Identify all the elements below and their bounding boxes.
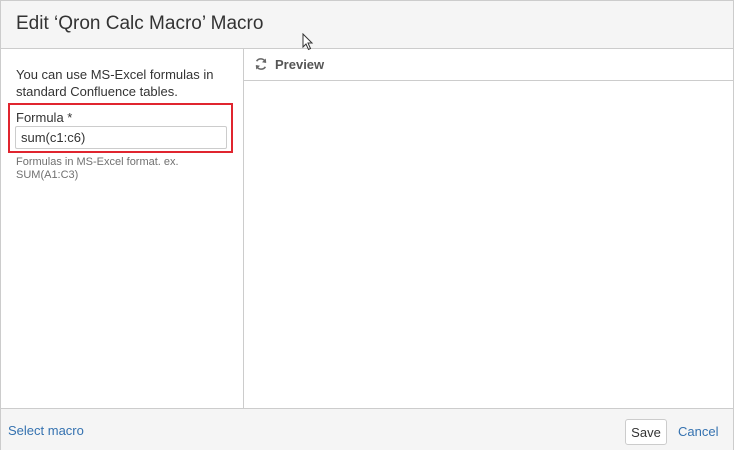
formula-input[interactable] — [15, 126, 227, 149]
formula-help-text: Formulas in MS-Excel format. ex. SUM(A1:… — [16, 156, 179, 181]
refresh-icon[interactable] — [254, 57, 268, 71]
macro-parameters-panel: You can use MS-Excel formulas in standar… — [1, 49, 244, 408]
select-macro-link[interactable]: Select macro — [8, 423, 84, 438]
dialog-footer: Select macro Save Cancel — [1, 408, 733, 450]
cancel-link[interactable]: Cancel — [678, 424, 718, 439]
save-button[interactable]: Save — [625, 419, 667, 445]
preview-panel: Preview — [244, 49, 733, 408]
edit-macro-dialog: Edit ‘Qron Calc Macro’ Macro You can use… — [0, 0, 734, 450]
dialog-header: Edit ‘Qron Calc Macro’ Macro — [1, 1, 733, 51]
preview-header[interactable]: Preview — [244, 49, 733, 81]
dialog-title: Edit ‘Qron Calc Macro’ Macro — [16, 13, 264, 34]
formula-label: Formula * — [16, 110, 73, 125]
preview-label: Preview — [275, 57, 325, 72]
intro-text: You can use MS-Excel formulas in standar… — [16, 67, 214, 99]
